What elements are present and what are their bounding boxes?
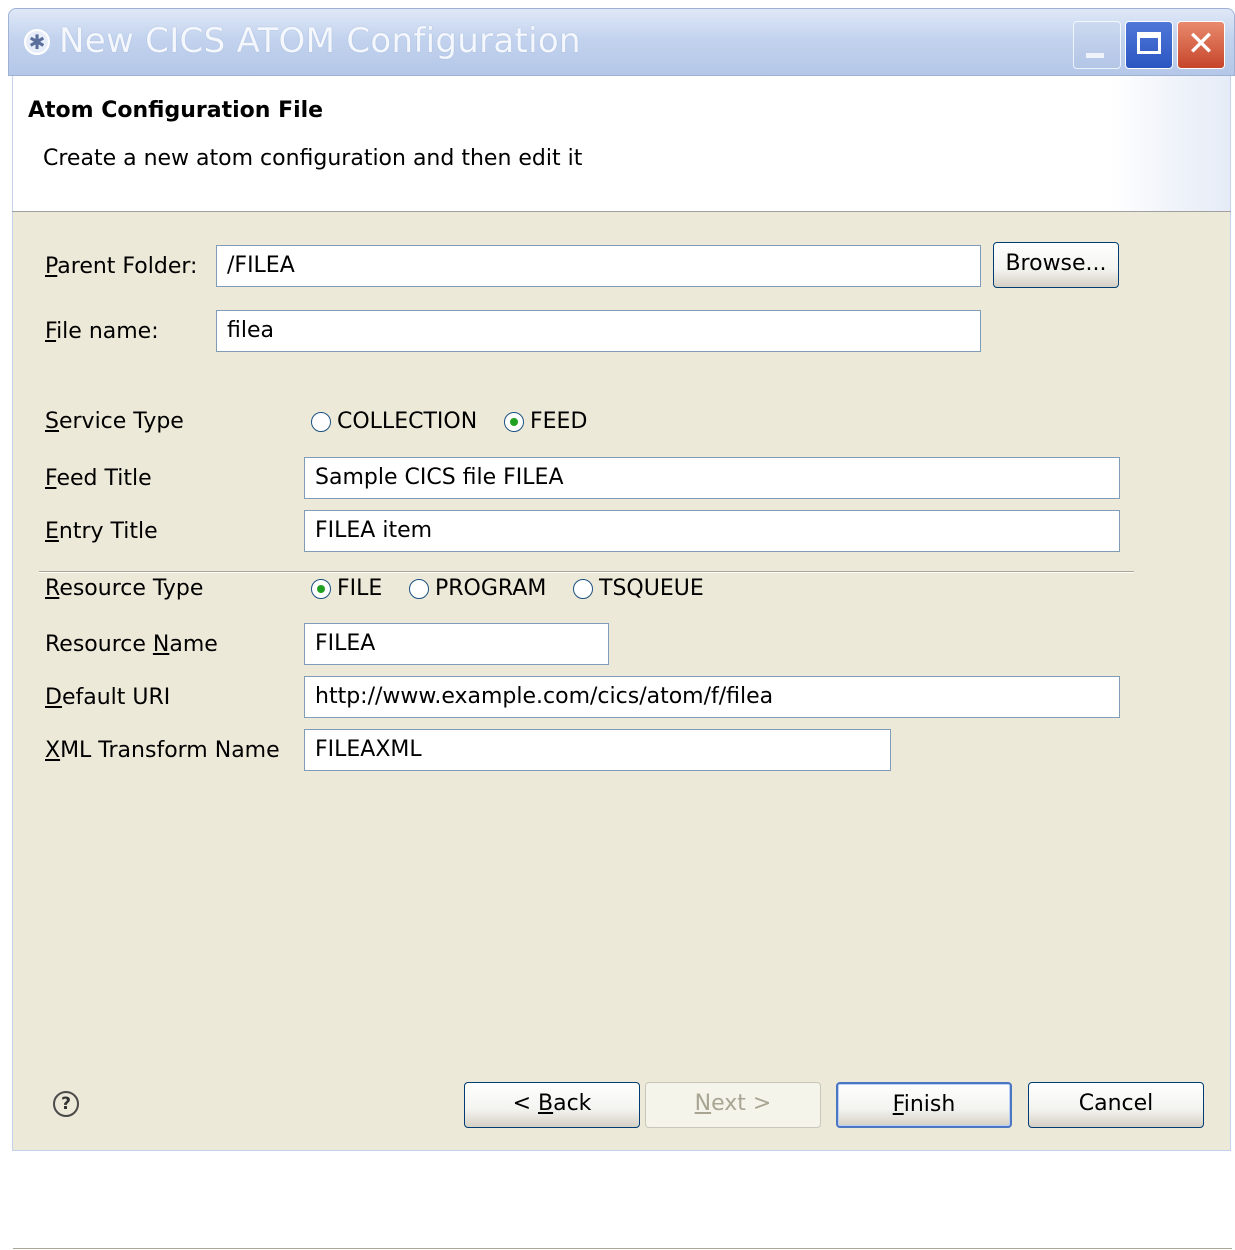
resource-name-input[interactable]: FILEA: [304, 623, 609, 665]
window-title: New CICS ATOM Configuration: [59, 21, 581, 61]
close-icon: ✕: [1186, 24, 1216, 64]
default-uri-label: Default URI: [45, 685, 171, 710]
page-title: Atom Configuration File: [28, 98, 324, 123]
resource-type-label: Resource Type: [45, 576, 204, 601]
back-button[interactable]: < Back: [464, 1082, 640, 1128]
minimize-button[interactable]: [1073, 21, 1121, 69]
close-button[interactable]: ✕: [1177, 21, 1225, 69]
maximize-icon: [1137, 32, 1161, 54]
parent-folder-input[interactable]: /FILEA: [216, 245, 981, 287]
file-name-input[interactable]: filea: [216, 310, 981, 352]
radio-indicator: [311, 411, 331, 432]
default-uri-input[interactable]: http://www.example.com/cics/atom/f/filea: [304, 676, 1120, 718]
page-description: Create a new atom configuration and then…: [43, 146, 583, 171]
radio-indicator: [311, 578, 331, 599]
help-icon[interactable]: ?: [53, 1091, 79, 1117]
entry-title-label: Entry Title: [45, 519, 158, 544]
resource-name-label: Resource Name: [45, 632, 218, 657]
service-type-feed-radio[interactable]: FEED: [504, 409, 587, 434]
feed-title-label: Feed Title: [45, 466, 152, 491]
finish-button[interactable]: Finish: [836, 1082, 1012, 1128]
radio-indicator: [504, 411, 524, 432]
minimize-icon: [1086, 53, 1104, 58]
radio-indicator: [409, 578, 429, 599]
form-panel: Parent Folder: /FILEA Browse... File nam…: [12, 212, 1232, 1250]
parent-folder-label: Parent Folder:: [45, 254, 198, 279]
header-decoration: [1110, 76, 1230, 212]
resource-type-tsqueue-radio[interactable]: TSQUEUE: [573, 576, 704, 601]
feed-title-input[interactable]: Sample CICS file FILEA: [304, 457, 1120, 499]
cancel-button[interactable]: Cancel: [1028, 1082, 1204, 1128]
form-separator: [39, 571, 1134, 573]
xml-transform-input[interactable]: FILEAXML: [304, 729, 891, 771]
xml-transform-label: XML Transform Name: [45, 738, 280, 763]
resource-type-file-radio[interactable]: FILE: [311, 576, 382, 601]
file-name-label: File name:: [45, 319, 159, 344]
resource-type-program-radio[interactable]: PROGRAM: [409, 576, 546, 601]
browse-button[interactable]: Browse...: [993, 242, 1119, 288]
wizard-header: Atom Configuration File Create a new ato…: [12, 76, 1231, 212]
next-button[interactable]: Next >: [645, 1082, 821, 1128]
title-bar[interactable]: ✱ New CICS ATOM Configuration ✕: [8, 8, 1235, 76]
wizard-window: ✱ New CICS ATOM Configuration ✕ Atom Con…: [8, 8, 1235, 1250]
cics-atom-icon: ✱: [24, 29, 50, 55]
service-type-label: Service Type: [45, 409, 184, 434]
entry-title-input[interactable]: FILEA item: [304, 510, 1120, 552]
radio-indicator: [573, 578, 593, 599]
service-type-collection-radio[interactable]: COLLECTION: [311, 409, 477, 434]
maximize-button[interactable]: [1125, 21, 1173, 69]
